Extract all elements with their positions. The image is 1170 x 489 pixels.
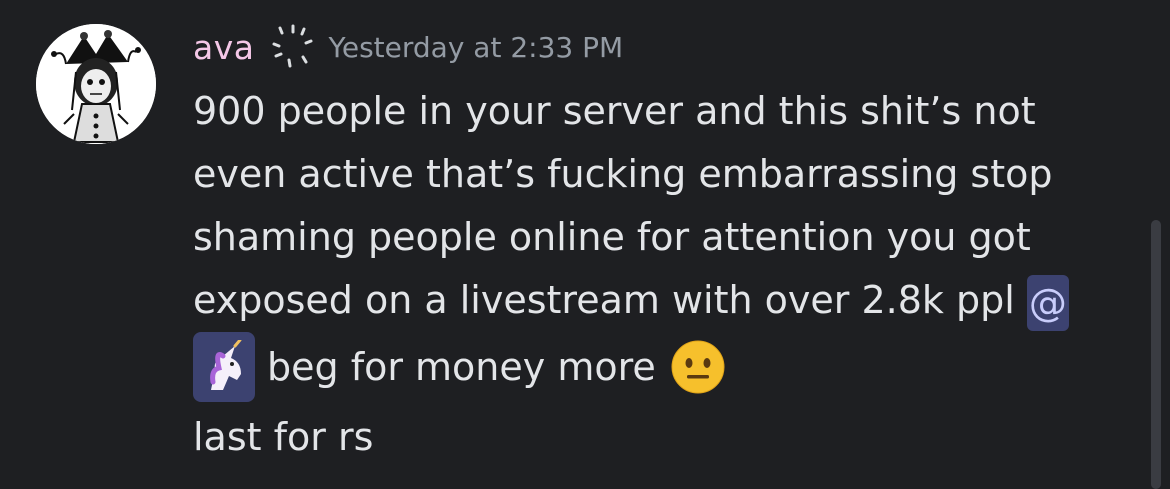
message-content: 900 people in your server and this shit’… [193,80,1143,469]
unicorn-emoji-icon[interactable] [193,332,255,402]
scrollbar-thumb[interactable] [1151,220,1161,489]
message-line-4-text: exposed on a livestream with over 2.8k p… [193,278,1015,322]
message-line-3: shaming people online for attention you … [193,215,1031,259]
user-mention[interactable]: @ [1026,274,1069,331]
message-line-5-text: beg for money more [267,344,656,389]
scrollbar-track[interactable] [1151,220,1161,489]
message-line-4: exposed on a livestream with over 2.8k p… [193,269,1143,332]
neutral-face-emoji-icon [670,339,726,395]
message-line-5: beg for money more [193,332,1143,402]
author-username[interactable]: ava [193,28,254,67]
sparkle-badge-icon[interactable] [268,24,314,70]
jester-doll-avatar-icon [36,24,156,144]
message-timestamp: Yesterday at 2:33 PM [328,30,624,64]
message-line-2: even active that’s fucking embarrassing … [193,152,1053,196]
user-avatar[interactable] [36,24,156,144]
message-line-6: last for rs [193,415,374,459]
message-header: ava Yesterday at 2:33 PM [193,24,623,70]
message-line-1: 900 people in your server and this shit’… [193,89,1036,133]
